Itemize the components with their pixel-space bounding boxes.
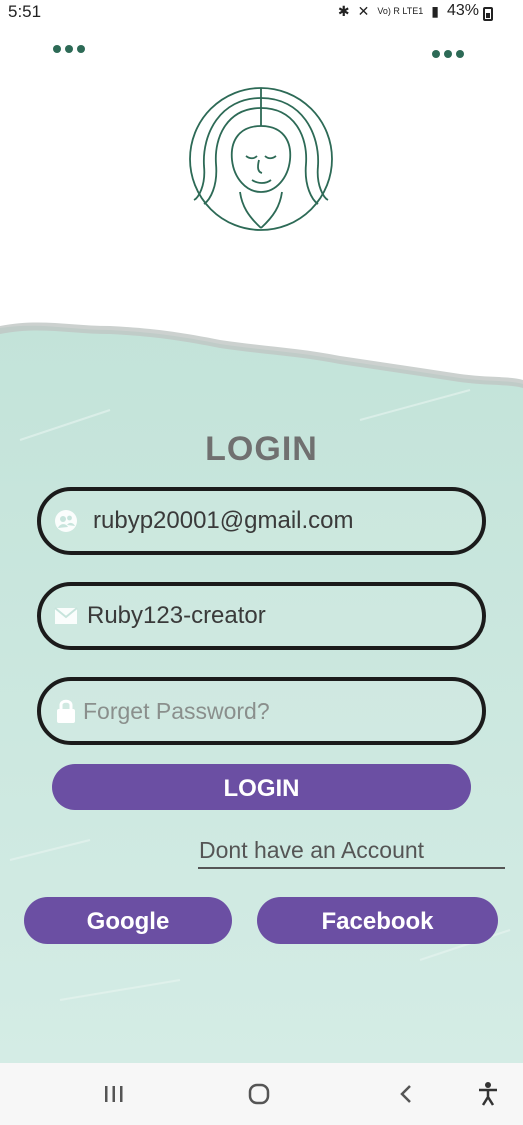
google-button[interactable]: Google [24,897,232,944]
home-icon [248,1083,270,1105]
user-icon [53,508,79,534]
accessibility-button[interactable] [468,1063,508,1125]
home-button[interactable] [236,1063,282,1125]
navigation-bar [0,1063,523,1125]
back-button[interactable] [386,1063,426,1125]
signal-icon: ▮ [431,2,439,19]
back-icon [400,1085,411,1103]
bluetooth-icon: ✱ [337,2,350,19]
login-title: LOGIN [205,430,318,468]
email-value: rubyp20001@gmail.com [93,507,354,534]
lock-icon [53,698,79,724]
logo-face-icon [189,87,333,231]
username-field[interactable]: Ruby123-creator [37,582,486,650]
login-button[interactable]: LOGIN [52,764,471,810]
recent-apps-icon [105,1086,123,1102]
username-value: Ruby123-creator [87,602,266,629]
menu-dots-right-icon[interactable] [432,50,464,58]
recent-apps-button[interactable] [92,1063,136,1125]
email-field[interactable]: rubyp20001@gmail.com [37,487,486,555]
battery-icon [483,7,493,21]
battery-percent: 43% [446,2,479,19]
status-icons: ✱ ✕ Vo) R LTE1 ▮ 43% [338,2,479,20]
password-placeholder: Forget Password? [83,697,270,724]
network-label: Vo) R LTE1 [377,6,424,16]
menu-dots-left-icon[interactable] [53,45,85,53]
status-bar: 5:51 ✱ ✕ Vo) R LTE1 ▮ 43% [0,0,523,28]
accessibility-icon [479,1082,497,1106]
mail-icon [53,603,79,629]
password-field[interactable]: Forget Password? [37,677,486,745]
status-time: 5:51 [8,2,42,21]
facebook-button[interactable]: Facebook [257,897,498,944]
signup-link[interactable]: Dont have an Account [198,833,505,869]
mute-icon: ✕ [357,2,370,19]
